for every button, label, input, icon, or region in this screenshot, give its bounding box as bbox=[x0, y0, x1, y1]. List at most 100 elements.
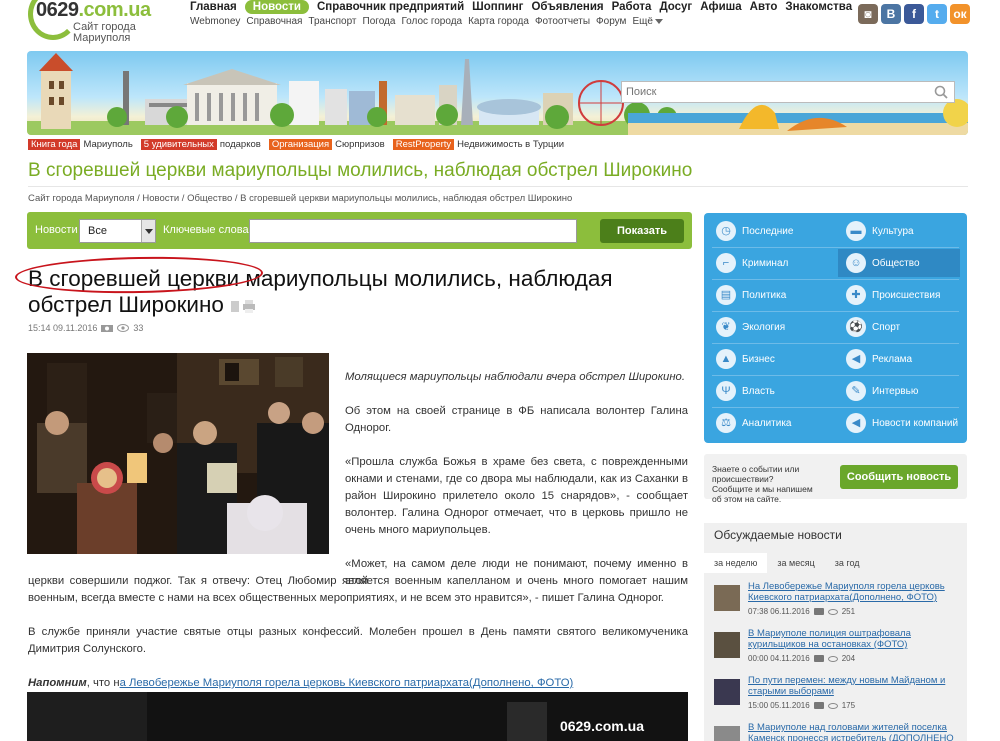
subnav-item[interactable]: Голос города bbox=[401, 16, 462, 27]
category-4[interactable]: ☺ Общество bbox=[838, 249, 960, 277]
category-3[interactable]: ⌐ Криминал bbox=[708, 249, 830, 277]
discussed-news-item[interactable]: В Мариуполе полиция оштрафовала курильщи… bbox=[714, 628, 964, 668]
category-12[interactable]: ✎ Интервью bbox=[838, 377, 960, 405]
nav-item[interactable]: Объявления bbox=[531, 1, 603, 13]
search-input[interactable] bbox=[622, 82, 922, 102]
print-icon[interactable] bbox=[230, 299, 256, 314]
nav-item[interactable]: Работа bbox=[612, 1, 652, 13]
reminder-text: , что н bbox=[86, 677, 120, 689]
news-title-link[interactable]: В Мариуполе полиция оштрафовала курильщи… bbox=[748, 628, 968, 650]
gun-icon: ⌐ bbox=[716, 253, 736, 273]
nav-item[interactable]: Главная bbox=[190, 1, 237, 13]
news-stats: 15:00 05.11.2016 175 bbox=[748, 701, 855, 710]
report-news-button[interactable]: Сообщить новость bbox=[840, 465, 958, 489]
category-divider bbox=[712, 279, 959, 280]
news-thumbnail[interactable] bbox=[714, 632, 740, 658]
news-title-link[interactable]: По пути перемен: между новым Майданом и … bbox=[748, 675, 968, 697]
category-1[interactable]: ◷ Последние bbox=[708, 217, 830, 245]
nav-item[interactable]: Авто bbox=[750, 1, 778, 13]
category-11[interactable]: Ψ Власть bbox=[708, 377, 830, 405]
secondary-nav: Webmoney Справочная Транспорт Погода Голос г… bbox=[190, 16, 852, 27]
news-thumbnail[interactable] bbox=[714, 585, 740, 611]
subnav-item[interactable]: Форум bbox=[596, 16, 626, 27]
subnav-item[interactable]: Webmoney bbox=[190, 16, 240, 27]
subnav-item[interactable]: Карта города bbox=[468, 16, 529, 27]
news-title-link[interactable]: В Мариуполе над головами жителей поселка… bbox=[748, 722, 968, 741]
promo-link[interactable]: Книга года Мариуполь bbox=[28, 139, 133, 150]
reminder-label: Напомним bbox=[28, 677, 87, 689]
category-label: Криминал bbox=[742, 257, 789, 269]
discussed-news-item[interactable]: В Мариуполе над головами жителей поселка… bbox=[714, 722, 964, 741]
discussed-news-item[interactable]: По пути перемен: между новым Майданом и … bbox=[714, 675, 964, 715]
news-views: 204 bbox=[841, 654, 856, 663]
news-filter-bar: Новости Все Ключевые слова Показать bbox=[27, 212, 692, 249]
subnav-item[interactable]: Транспорт bbox=[308, 16, 356, 27]
subnav-item[interactable]: Погода bbox=[363, 16, 396, 27]
news-thumbnail[interactable] bbox=[714, 679, 740, 705]
category-select[interactable]: Все bbox=[79, 219, 156, 243]
nav-item[interactable]: Досуг bbox=[659, 1, 692, 13]
category-label: Культура bbox=[872, 225, 914, 237]
photo-watermark: 0629.com.ua bbox=[559, 718, 644, 734]
nav-item[interactable]: Знакомства bbox=[785, 1, 852, 13]
article-datetime: 15:14 09.11.2016 bbox=[28, 323, 98, 333]
promo-tag: Книга года bbox=[28, 139, 81, 150]
facebook-icon[interactable]: f bbox=[904, 4, 924, 24]
promo-link[interactable]: 5 удивительных подарков bbox=[140, 139, 261, 150]
category-divider bbox=[712, 375, 959, 376]
category-14[interactable]: ◀ Новости компаний bbox=[838, 409, 960, 437]
news-datetime: 15:00 05.11.2016 bbox=[748, 701, 810, 710]
promo-link[interactable]: Организация Сюрпризов bbox=[268, 139, 385, 150]
odnoklassniki-icon[interactable]: ок bbox=[950, 4, 970, 24]
category-divider bbox=[712, 247, 959, 248]
keywords-label: Ключевые слова bbox=[163, 224, 249, 236]
nav-item[interactable]: Шоппинг bbox=[472, 1, 523, 13]
vk-icon[interactable]: В bbox=[881, 4, 901, 24]
category-13[interactable]: ⚖ Аналитика bbox=[708, 409, 830, 437]
nav-item[interactable]: Афиша bbox=[700, 1, 741, 13]
category-label: Последние bbox=[742, 225, 794, 237]
subnav-item[interactable]: Справочная bbox=[246, 16, 302, 27]
instagram-icon[interactable]: ◙ bbox=[858, 4, 878, 24]
search-icon[interactable] bbox=[934, 85, 948, 99]
nav-item[interactable]: Справочник предприятий bbox=[317, 1, 464, 13]
reminder-link[interactable]: а Левобережье Мариуполя горела церковь К… bbox=[120, 677, 574, 689]
subnav-item[interactable]: Ещё bbox=[632, 16, 663, 27]
promo-text: Недвижимость в Турции bbox=[457, 139, 565, 150]
category-7[interactable]: ❦ Экология bbox=[708, 313, 830, 341]
page-title: В сгоревшей церкви мариупольцы молились,… bbox=[28, 160, 693, 181]
title-divider bbox=[28, 186, 968, 187]
category-5[interactable]: ▤ Политика bbox=[708, 281, 830, 309]
chevron-down-icon[interactable] bbox=[654, 18, 663, 24]
discussed-tab[interactable]: за месяц bbox=[767, 553, 824, 573]
promo-tag: RestProperty bbox=[392, 139, 455, 150]
article-lead: Молящиеся мариупольцы наблюдали вчера об… bbox=[345, 371, 685, 383]
site-logo[interactable]: 0629.com.ua Сайт города Мариуполя bbox=[28, 0, 178, 44]
category-10[interactable]: ◀ Реклама bbox=[838, 345, 960, 373]
category-8[interactable]: ⚽ Спорт bbox=[838, 313, 960, 341]
article-photo[interactable] bbox=[27, 353, 329, 554]
category-6[interactable]: ✚ Происшествия bbox=[838, 281, 960, 309]
keywords-input[interactable] bbox=[249, 219, 577, 243]
news-views: 251 bbox=[841, 607, 856, 616]
subnav-item[interactable]: Фотоотчеты bbox=[535, 16, 590, 27]
article-photo-2[interactable]: 0629.com.ua bbox=[27, 692, 688, 741]
report-news-box: Знаете о событии или происшествии? Сообщ… bbox=[704, 454, 967, 504]
nav-item[interactable]: Новости bbox=[244, 0, 309, 14]
church-service-photo bbox=[27, 353, 329, 554]
discussed-news-item[interactable]: На Левобережье Мариуполя горела церковь … bbox=[714, 581, 964, 621]
discussed-tab[interactable]: за год bbox=[825, 553, 870, 573]
chevron-down-icon[interactable] bbox=[141, 220, 155, 242]
category-2[interactable]: ▬ Культура bbox=[838, 217, 960, 245]
show-button[interactable]: Показать bbox=[600, 219, 684, 243]
category-9[interactable]: ▲ Бизнес bbox=[708, 345, 830, 373]
twitter-icon[interactable]: t bbox=[927, 4, 947, 24]
news-thumbnail[interactable] bbox=[714, 726, 740, 741]
city-banner bbox=[27, 51, 968, 135]
news-title-link[interactable]: На Левобережье Мариуполя горела церковь … bbox=[748, 581, 968, 603]
discussed-tab[interactable]: за неделю bbox=[704, 553, 768, 573]
ball-icon: ⚽ bbox=[846, 317, 866, 337]
promo-link[interactable]: RestProperty Недвижимость в Турции bbox=[392, 139, 565, 150]
breadcrumb: Сайт города Мариуполя / Новости / Общест… bbox=[28, 193, 573, 204]
discussed-news: Обсуждаемые новости за неделю за месяц за … bbox=[704, 523, 967, 741]
